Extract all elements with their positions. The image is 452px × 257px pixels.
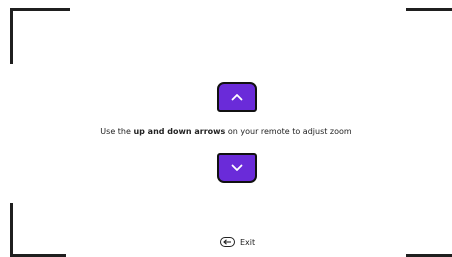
exit-button[interactable]: Exit [220,235,255,249]
chevron-up-icon [231,93,243,101]
instruction-suffix: on your remote to adjust zoom [225,127,352,136]
zoom-instruction-text: Use the up and down arrows on your remot… [0,126,452,138]
back-arrow-icon [220,237,235,247]
top-left-corner-marker-vertical [10,8,13,64]
exit-label: Exit [240,237,256,247]
instruction-emphasis: up and down arrows [133,127,226,136]
top-right-corner-marker [406,8,452,11]
zoom-in-button[interactable] [217,82,257,112]
zoom-out-button[interactable] [217,153,257,183]
bottom-left-corner-marker-vertical [10,203,13,257]
top-left-corner-marker [10,8,70,11]
instruction-prefix: Use the [100,127,134,136]
chevron-down-icon [231,164,243,172]
